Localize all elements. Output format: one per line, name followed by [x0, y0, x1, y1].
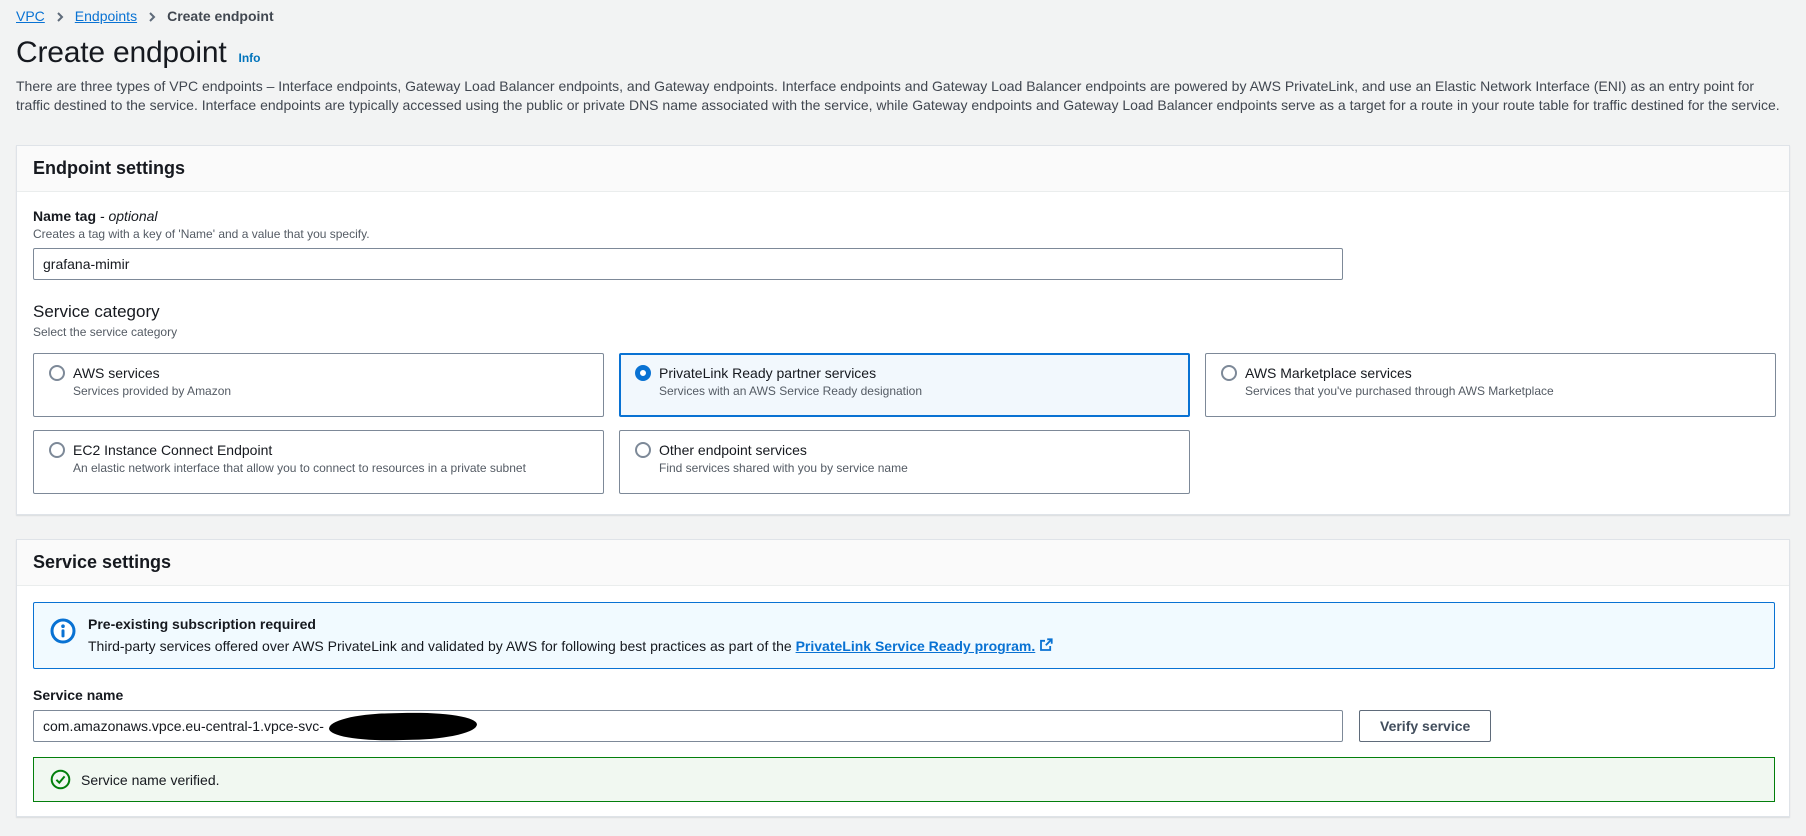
radio-unselected-icon[interactable]	[1221, 365, 1237, 381]
radio-card-description: Services that you've purchased through A…	[1245, 384, 1760, 398]
info-alert-title: Pre-existing subscription required	[88, 616, 1053, 632]
radio-card-label: AWS services	[73, 365, 160, 381]
service-category-description: Select the service category	[33, 325, 1773, 339]
chevron-right-icon	[147, 11, 157, 23]
radio-card-description: Services provided by Amazon	[73, 384, 588, 398]
service-settings-panel: Service settings Pre-existing subscripti…	[16, 539, 1790, 817]
privatelink-program-link[interactable]: PrivateLink Service Ready program.	[796, 638, 1036, 654]
info-alert-text: Third-party services offered over AWS Pr…	[88, 638, 1053, 655]
endpoint-settings-title: Endpoint settings	[33, 158, 1773, 179]
radio-unselected-icon[interactable]	[49, 442, 65, 458]
radio-unselected-icon[interactable]	[49, 365, 65, 381]
service-category-heading: Service category	[33, 302, 1773, 322]
name-tag-description: Creates a tag with a key of 'Name' and a…	[33, 227, 1773, 241]
success-check-icon	[50, 769, 71, 790]
service-category-card-aws-services[interactable]: AWS services Services provided by Amazon	[33, 353, 604, 417]
radio-card-label: Other endpoint services	[659, 442, 807, 458]
page-description: There are three types of VPC endpoints –…	[16, 77, 1790, 115]
subscription-info-alert: Pre-existing subscription required Third…	[33, 602, 1775, 669]
service-verified-alert: Service name verified.	[33, 757, 1775, 802]
info-link[interactable]: Info	[239, 51, 261, 65]
service-category-options: AWS services Services provided by Amazon…	[33, 353, 1773, 494]
service-category-card-ec2-instance-connect[interactable]: EC2 Instance Connect Endpoint An elastic…	[33, 430, 604, 494]
service-name-label: Service name	[33, 687, 1773, 703]
radio-card-label: EC2 Instance Connect Endpoint	[73, 442, 272, 458]
radio-card-description: Find services shared with you by service…	[659, 461, 1174, 475]
endpoint-settings-header: Endpoint settings	[17, 146, 1789, 192]
breadcrumb-current: Create endpoint	[167, 8, 274, 24]
service-category-card-privatelink-ready[interactable]: PrivateLink Ready partner services Servi…	[619, 353, 1190, 417]
page-title: Create endpoint	[16, 36, 227, 70]
radio-card-description: Services with an AWS Service Ready desig…	[659, 384, 1174, 398]
breadcrumb-link-endpoints[interactable]: Endpoints	[75, 8, 137, 24]
page: VPC Endpoints Create endpoint Create end…	[0, 0, 1806, 817]
name-tag-label: Name tag - optional	[33, 208, 1773, 224]
external-link-icon	[1039, 638, 1053, 655]
info-circle-icon	[50, 618, 76, 647]
radio-card-label: AWS Marketplace services	[1245, 365, 1412, 381]
chevron-right-icon	[55, 11, 65, 23]
service-category-card-aws-marketplace[interactable]: AWS Marketplace services Services that y…	[1205, 353, 1776, 417]
service-name-input[interactable]	[33, 710, 1343, 742]
success-alert-text: Service name verified.	[81, 772, 220, 788]
service-settings-header: Service settings	[17, 540, 1789, 586]
breadcrumb: VPC Endpoints Create endpoint	[16, 6, 1790, 26]
name-tag-input[interactable]	[33, 248, 1343, 280]
radio-unselected-icon[interactable]	[635, 442, 651, 458]
breadcrumb-link-vpc[interactable]: VPC	[16, 8, 45, 24]
service-settings-title: Service settings	[33, 552, 1773, 573]
verify-service-button[interactable]: Verify service	[1359, 710, 1491, 742]
endpoint-settings-panel: Endpoint settings Name tag - optional Cr…	[16, 145, 1790, 515]
radio-card-label: PrivateLink Ready partner services	[659, 365, 876, 381]
radio-selected-icon[interactable]	[635, 365, 651, 381]
service-category-card-other-endpoint-services[interactable]: Other endpoint services Find services sh…	[619, 430, 1190, 494]
radio-card-description: An elastic network interface that allow …	[73, 461, 588, 475]
